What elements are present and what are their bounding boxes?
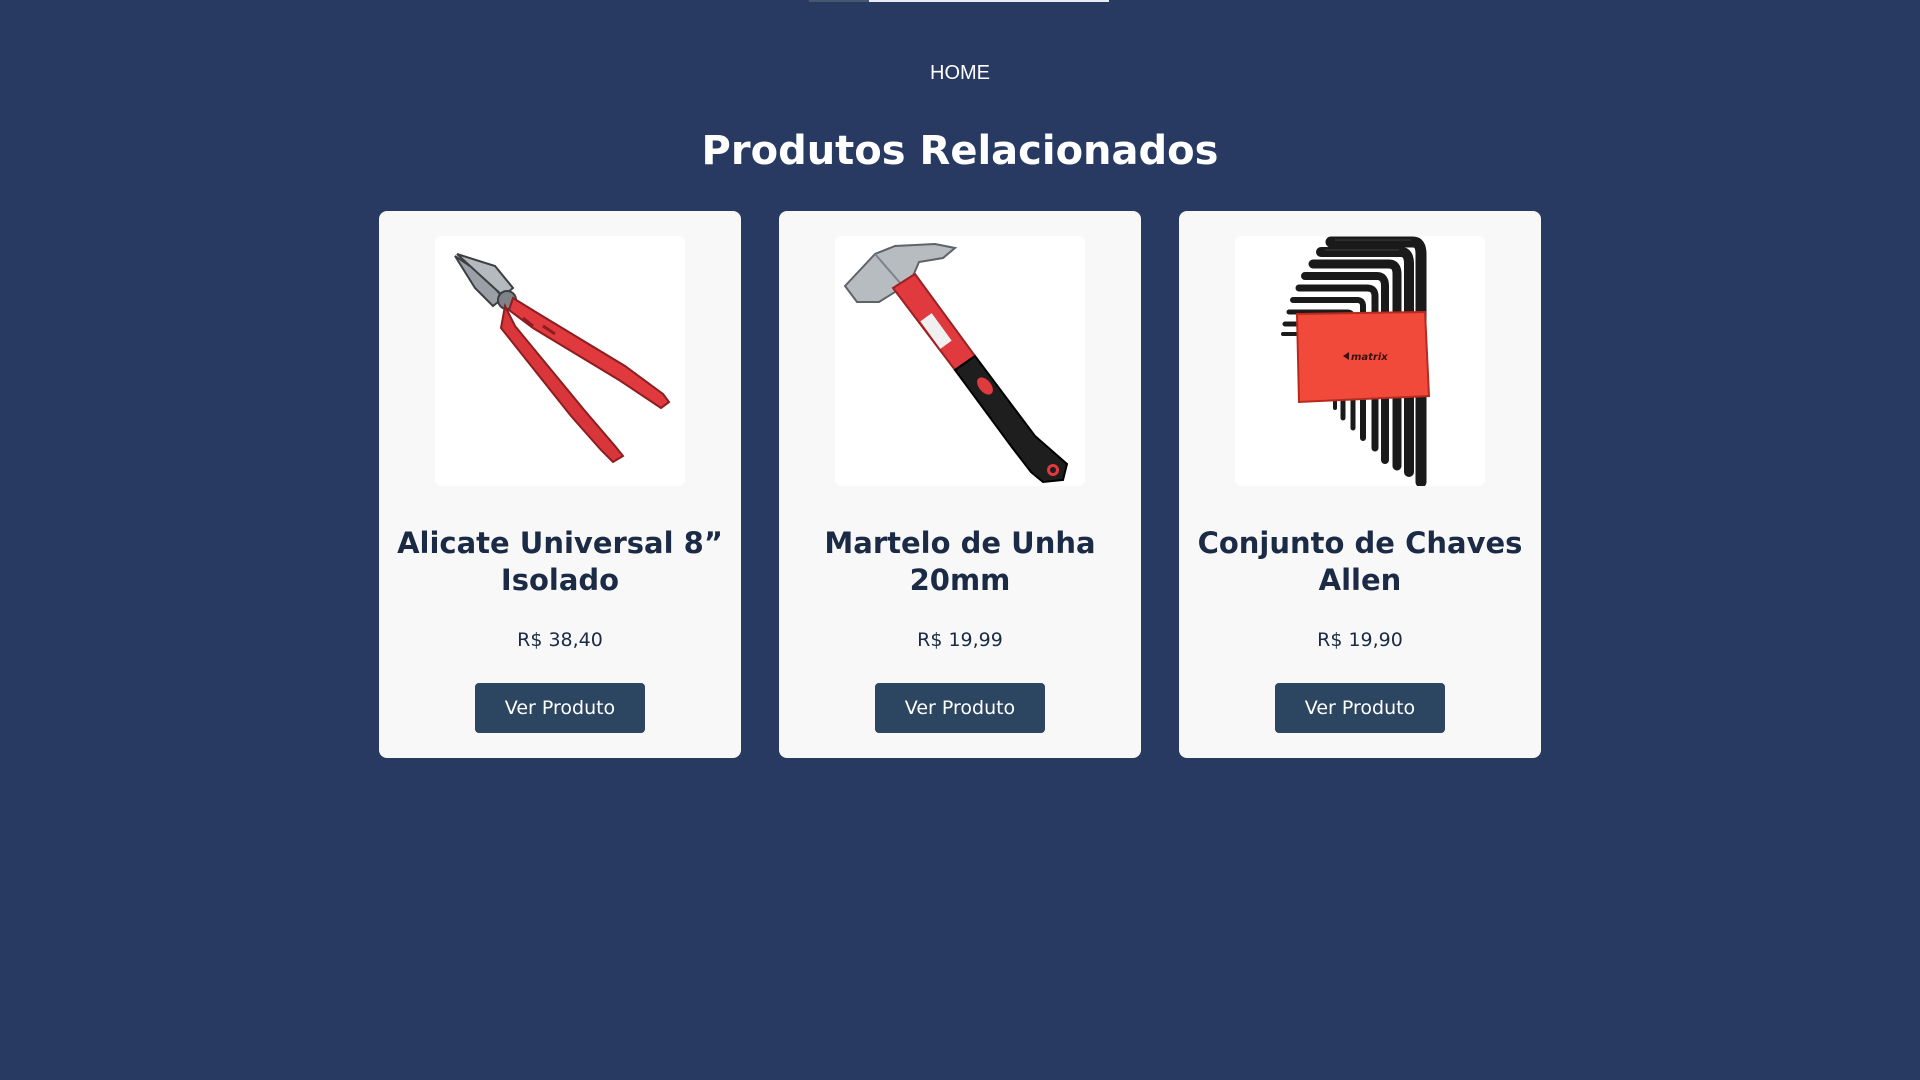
product-card: matrix Conjunto de Chaves Allen R$ 19,90… (1179, 211, 1541, 758)
product-name[interactable]: Martelo de Unha 20mm (789, 525, 1131, 599)
product-card: Alicate Universal 8” Isolado R$ 38,40 Ve… (379, 211, 741, 758)
product-price: R$ 19,90 (1317, 629, 1403, 651)
product-price: R$ 19,99 (917, 629, 1003, 651)
top-bar-segment-left (809, 0, 869, 2)
product-image[interactable] (835, 236, 1085, 486)
view-product-button[interactable]: Ver Produto (1275, 683, 1445, 733)
product-name[interactable]: Alicate Universal 8” Isolado (389, 525, 731, 599)
product-card: Martelo de Unha 20mm R$ 19,99 Ver Produt… (779, 211, 1141, 758)
top-progress-bar (809, 0, 1109, 2)
product-card-list: Alicate Universal 8” Isolado R$ 38,40 Ve… (379, 211, 1541, 758)
allen-key-set-icon: matrix (1281, 236, 1431, 486)
view-product-button[interactable]: Ver Produto (875, 683, 1045, 733)
hammer-icon (843, 242, 1069, 484)
product-image[interactable]: matrix (1235, 236, 1485, 486)
pliers-icon (454, 253, 671, 464)
view-product-button[interactable]: Ver Produto (475, 683, 645, 733)
section-title: Produtos Relacionados (701, 128, 1219, 174)
svg-text:matrix: matrix (1351, 352, 1388, 363)
product-price: R$ 38,40 (517, 629, 603, 651)
top-bar-segment-right (869, 0, 1109, 2)
product-name[interactable]: Conjunto de Chaves Allen (1189, 525, 1531, 599)
home-link[interactable]: HOME (0, 61, 1920, 85)
product-image[interactable] (435, 236, 685, 486)
